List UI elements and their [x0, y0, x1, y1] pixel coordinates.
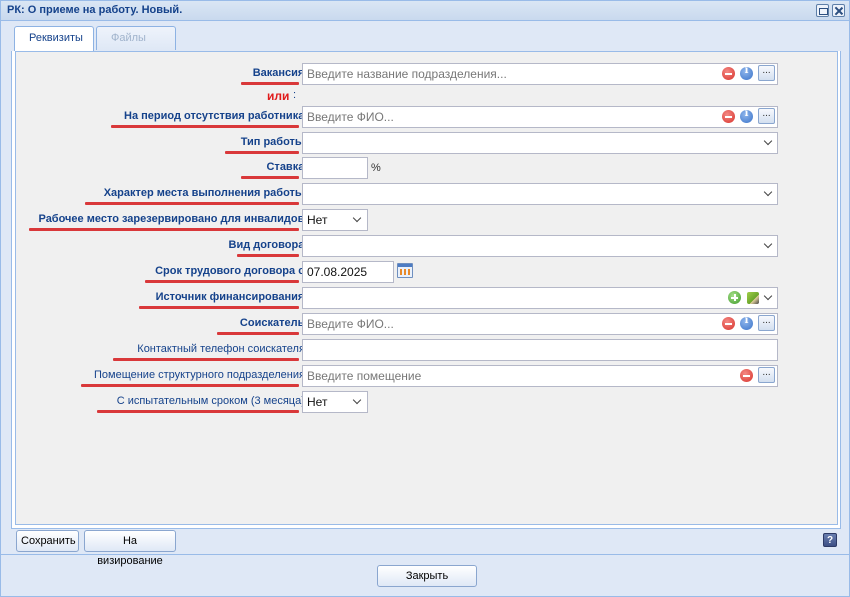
required-underline	[217, 332, 299, 335]
required-underline	[29, 228, 299, 231]
close-icon[interactable]	[832, 4, 845, 17]
applicant-phone-label: Контактный телефон соискателя:	[137, 343, 311, 355]
row-vacancy: Вакансия: Введите название подразделения…	[16, 63, 839, 87]
send-for-approval-button[interactable]: На визирование	[84, 530, 176, 567]
chevron-down-icon[interactable]	[764, 189, 772, 197]
required-underline	[241, 176, 299, 179]
required-underline	[113, 358, 299, 361]
row-applicant: Соискатель: Введите ФИО... ...	[16, 313, 839, 337]
row-probation: С испытательным сроком (3 месяца)? Нет	[16, 391, 839, 415]
work-type-label: Тип работы:	[240, 136, 311, 148]
required-underline	[111, 125, 299, 128]
or-colon: :	[293, 89, 297, 101]
row-rate: Ставка: %	[16, 157, 839, 181]
funding-source-label: Источник финансирования:	[155, 291, 311, 303]
dialog-window: РК: О приеме на работу. Новый. Реквизиты…	[0, 0, 850, 597]
browse-button[interactable]: ...	[758, 315, 775, 331]
applicant-label: Соискатель:	[239, 317, 311, 329]
chevron-down-icon[interactable]	[764, 241, 772, 249]
applicant-input[interactable]: Введите ФИО...	[302, 313, 778, 335]
reserved-disabled-value: Нет	[307, 213, 328, 227]
required-underline	[139, 306, 299, 309]
chevron-down-icon[interactable]	[353, 215, 361, 223]
department-room-input[interactable]: Введите помещение	[302, 365, 778, 387]
contract-type-label: Вид договора:	[228, 239, 311, 251]
chevron-down-icon[interactable]	[353, 397, 361, 405]
row-department-room: Помещение структурного подразделения: Вв…	[16, 365, 839, 389]
contract-term-label: Срок трудового договора с:	[155, 265, 311, 277]
title-bar[interactable]: РК: О приеме на работу. Новый.	[1, 1, 849, 21]
contract-term-date-input[interactable]: 07.08.2025	[302, 261, 394, 283]
reserved-disabled-label: Рабочее место зарезервировано для инвали…	[38, 213, 312, 225]
row-funding-source: Источник финансирования:	[16, 287, 839, 311]
required-underline	[237, 254, 299, 257]
workplace-character-select[interactable]	[302, 183, 778, 205]
browse-button[interactable]: ...	[758, 367, 775, 383]
chevron-down-icon[interactable]	[764, 138, 772, 146]
probation-value: Нет	[307, 395, 328, 409]
contract-type-select[interactable]	[302, 235, 778, 257]
chevron-down-icon[interactable]	[764, 293, 772, 301]
work-type-select[interactable]	[302, 132, 778, 154]
required-underline	[81, 384, 299, 387]
calendar-icon[interactable]	[397, 263, 413, 278]
row-work-type: Тип работы:	[16, 132, 839, 156]
row-workplace-character: Характер места выполнения работы:	[16, 183, 839, 207]
requisites-form: Вакансия: Введите название подразделения…	[15, 51, 838, 525]
required-underline	[97, 410, 299, 413]
row-applicant-phone: Контактный телефон соискателя:	[16, 339, 839, 363]
info-icon[interactable]	[740, 315, 753, 330]
absence-period-label: На период отсутствия работника:	[124, 110, 311, 122]
rate-input[interactable]	[302, 157, 368, 179]
applicant-phone-input[interactable]	[302, 339, 778, 361]
row-contract-type: Вид договора:	[16, 235, 839, 259]
absence-period-input[interactable]: Введите ФИО...	[302, 106, 778, 128]
vacancy-input[interactable]: Введите название подразделения...	[302, 63, 778, 85]
tab-requisites[interactable]: Реквизиты	[14, 26, 94, 51]
close-button[interactable]: Закрыть	[377, 565, 477, 587]
help-icon[interactable]: ?	[823, 533, 837, 547]
required-underline	[241, 82, 299, 85]
info-icon[interactable]	[740, 65, 753, 80]
required-underline	[145, 280, 299, 283]
tab-strip: Реквизиты Файлы	[11, 24, 841, 51]
remove-icon[interactable]	[740, 369, 753, 382]
browse-button[interactable]: ...	[758, 108, 775, 124]
footer-divider	[1, 554, 849, 555]
save-button[interactable]: Сохранить	[16, 530, 79, 552]
probation-label: С испытательным сроком (3 месяца)?	[116, 395, 311, 407]
window-title: РК: О приеме на работу. Новый.	[7, 4, 183, 16]
tab-files[interactable]: Файлы	[96, 26, 176, 50]
required-underline	[225, 151, 299, 154]
info-icon[interactable]	[740, 108, 753, 123]
contract-term-value: 07.08.2025	[307, 265, 368, 279]
department-room-label: Помещение структурного подразделения:	[93, 369, 311, 381]
row-absence-period: На период отсутствия работника: Введите …	[16, 106, 839, 130]
or-label: или	[267, 89, 290, 103]
restore-icon[interactable]	[816, 4, 829, 17]
required-underline	[85, 202, 299, 205]
remove-icon[interactable]	[722, 317, 735, 330]
row-contract-term: Срок трудового договора с: 07.08.2025	[16, 261, 839, 285]
remove-icon[interactable]	[722, 67, 735, 80]
browse-button[interactable]: ...	[758, 65, 775, 81]
add-icon[interactable]	[728, 291, 741, 304]
rate-unit: %	[371, 162, 381, 174]
edit-icon[interactable]	[747, 292, 759, 304]
row-reserved-disabled: Рабочее место зарезервировано для инвали…	[16, 209, 839, 233]
funding-source-select[interactable]	[302, 287, 778, 309]
remove-icon[interactable]	[722, 110, 735, 123]
workplace-character-label: Характер места выполнения работы:	[103, 187, 311, 199]
